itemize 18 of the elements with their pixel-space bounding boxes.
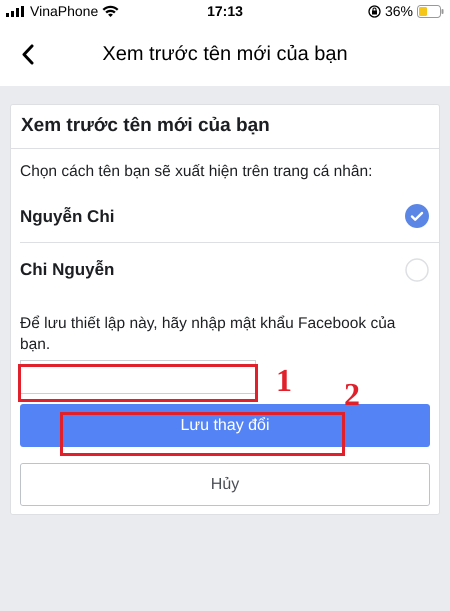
clock-time: 17:13: [207, 2, 243, 20]
name-option[interactable]: Nguyễn Chi: [20, 204, 114, 229]
page-title: Xem trước tên mới của bạn: [102, 42, 348, 67]
save-button[interactable]: Lưu thay đổi: [20, 404, 430, 448]
carrier-name: VinaPhone: [30, 2, 98, 20]
password-prompt: Để lưu thiết lập này, hãy nhập mật khẩu Facebook của bạn.: [20, 314, 396, 356]
battery-percent: 36%: [384, 2, 413, 20]
rotation-lock-icon: [368, 4, 381, 18]
password-field[interactable]: [20, 360, 256, 394]
wifi-icon: [102, 5, 120, 17]
cancel-button[interactable]: Hủy: [20, 463, 430, 506]
step-number: 1: [276, 362, 292, 398]
battery-icon: [417, 4, 444, 18]
card-title: Xem trước tên mới của bạn: [21, 114, 270, 138]
back-icon[interactable]: [21, 44, 34, 65]
instruction-text: Chọn cách tên bạn sẽ xuất hiện trên trang cá nhân:: [20, 162, 374, 182]
signal-icon: [6, 6, 26, 16]
name-option[interactable]: Chi Nguyễn: [20, 257, 114, 282]
